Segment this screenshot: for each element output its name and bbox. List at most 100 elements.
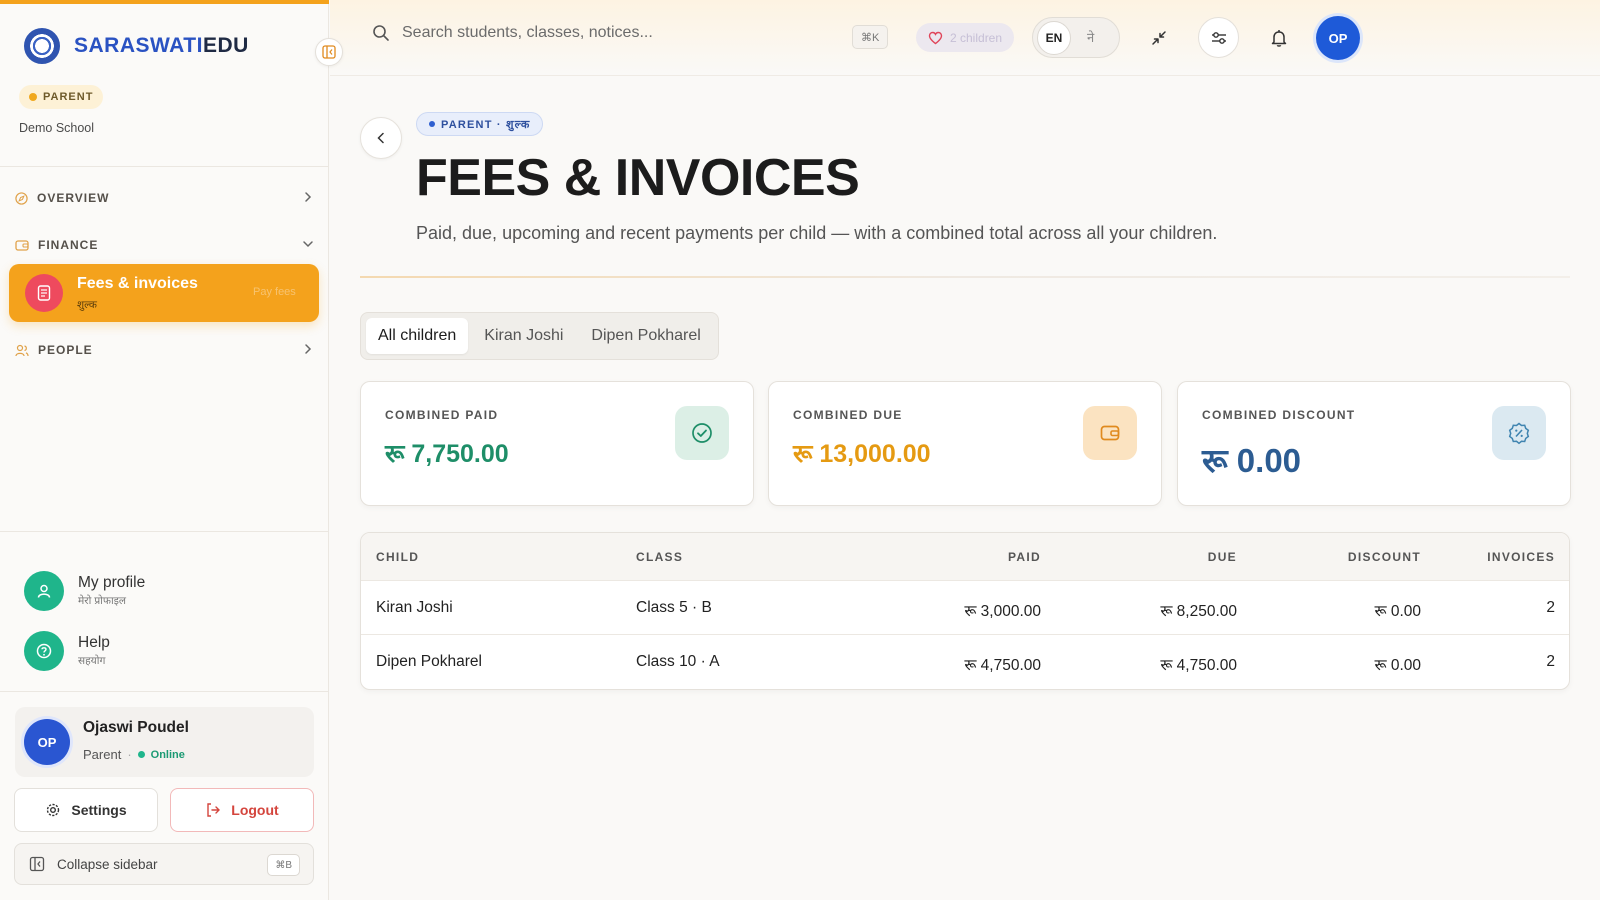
sidebar-toggle-button[interactable]: [315, 38, 343, 66]
back-button[interactable]: [360, 117, 402, 159]
cell-discount: रू 0.00: [1374, 657, 1421, 674]
tab-all-children[interactable]: All children: [366, 318, 469, 354]
sidebar-item-label: Fees & invoices: [77, 275, 198, 292]
brand-name-primary: SARASWATI: [74, 34, 203, 57]
search-icon: [373, 25, 389, 41]
nav-section-finance[interactable]: FINANCE: [15, 233, 315, 257]
brand[interactable]: SARASWATIEDU: [24, 28, 249, 64]
receipt-icon: [25, 274, 63, 312]
online-status: Online: [150, 748, 185, 761]
card-label: COMBINED PAID: [385, 408, 499, 422]
search-input[interactable]: [402, 24, 832, 42]
discount-badge-icon: [1492, 406, 1546, 460]
combined-discount-card: COMBINED DISCOUNT रू 0.00: [1177, 381, 1571, 506]
cell-due: रू 8,250.00: [1160, 603, 1237, 620]
gear-icon: [47, 803, 60, 817]
breadcrumb-label: PARENT · शुल्क: [441, 118, 531, 131]
cell-child: Dipen Pokharel: [376, 653, 482, 670]
card-value: रू 0.00: [1202, 442, 1302, 479]
children-pill[interactable]: 2 children: [916, 23, 1015, 52]
role-label: PARENT: [43, 91, 94, 103]
heart-icon: [928, 31, 943, 44]
column-header-child: CHILD: [376, 550, 420, 564]
table-header: CHILD CLASS PAID DUE DISCOUNT INVOICES: [361, 533, 1569, 581]
cell-discount: रू 0.00: [1374, 603, 1421, 620]
sidebar: SARASWATIEDU PARENT Demo School OVERVIEW…: [0, 0, 329, 900]
minimize-button[interactable]: [1138, 17, 1179, 58]
user-role-line: Parent · Online: [83, 747, 185, 762]
profile-avatar-button[interactable]: OP: [1316, 16, 1360, 60]
sidebar-accent-bar: [0, 0, 329, 4]
chevron-right-icon: [305, 192, 312, 202]
cell-invoices: 2: [1546, 599, 1555, 616]
sidebar-item-sublabel: मेरो प्रोफाइल: [78, 595, 126, 607]
sidebar-collapse-icon: [322, 45, 336, 59]
role-dot: [29, 93, 37, 101]
tab-dipen-pokharel[interactable]: Dipen Pokharel: [579, 318, 712, 354]
online-dot: [137, 751, 145, 758]
user-card[interactable]: OP Ojaswi Poudel Parent · Online: [15, 707, 314, 777]
sidebar-item-sublabel: शुल्क: [77, 299, 97, 311]
notifications-button[interactable]: [1258, 17, 1299, 58]
check-circle-icon: [675, 406, 729, 460]
card-label: COMBINED DISCOUNT: [1202, 408, 1356, 422]
divider: [0, 691, 329, 692]
filters-button[interactable]: [1198, 17, 1239, 58]
search-shortcut: ⌘K: [852, 25, 889, 49]
wallet-icon: [1083, 406, 1137, 460]
language-toggle[interactable]: EN ने: [1032, 17, 1120, 58]
nav-section-overview[interactable]: OVERVIEW: [15, 186, 315, 210]
cell-paid: रू 4,750.00: [964, 657, 1041, 674]
nav-section-people[interactable]: PEOPLE: [15, 338, 315, 362]
chevron-left-icon: [377, 132, 384, 144]
logout-label: Logout: [231, 802, 279, 818]
help-icon: [24, 631, 64, 671]
user-role: Parent: [83, 747, 122, 762]
card-value: रू 13,000.00: [793, 440, 931, 468]
brand-name-secondary: EDU: [202, 34, 249, 57]
bell-icon: [1271, 29, 1286, 47]
tab-kiran-joshi[interactable]: Kiran Joshi: [472, 318, 575, 354]
sidebar-item-label: Help: [78, 634, 110, 651]
breadcrumb-dot: [429, 121, 435, 127]
table-row[interactable]: Kiran Joshi Class 5 · B रू 3,000.00 रू 8…: [361, 581, 1569, 635]
cell-due: रू 4,750.00: [1160, 657, 1237, 674]
compass-icon: [15, 191, 28, 205]
search-bar[interactable]: [372, 24, 832, 42]
lang-en-option[interactable]: EN: [1037, 21, 1071, 55]
sidebar-item-fees-invoices[interactable]: Fees & invoices शुल्क Pay fees: [9, 264, 319, 322]
sidebar-collapse-icon: [29, 856, 45, 872]
child-tabs: All children Kiran Joshi Dipen Pokharel: [360, 312, 719, 360]
sidebar-item-my-profile[interactable]: My profile मेरो प्रोफाइल: [24, 571, 145, 611]
column-header-discount: DISCOUNT: [1347, 550, 1421, 564]
school-logo: [24, 28, 60, 64]
minimize-icon: [1151, 30, 1166, 45]
logout-button[interactable]: Logout: [170, 788, 314, 832]
card-value: रू 7,750.00: [385, 440, 509, 468]
card-label: COMBINED DUE: [793, 408, 903, 422]
column-header-paid: PAID: [1008, 550, 1041, 564]
nav-section-label: OVERVIEW: [37, 191, 110, 205]
page-subtitle: Paid, due, upcoming and recent payments …: [416, 223, 1218, 243]
school-name: Demo School: [19, 121, 95, 135]
settings-button[interactable]: Settings: [14, 788, 158, 832]
column-header-due: DUE: [1207, 550, 1237, 564]
sidebar-item-hint: Pay fees: [253, 286, 296, 298]
fees-table: CHILD CLASS PAID DUE DISCOUNT INVOICES K…: [360, 532, 1570, 690]
user-name: Ojaswi Poudel: [83, 719, 189, 736]
collapse-sidebar-button[interactable]: Collapse sidebar ⌘B: [14, 843, 314, 885]
avatar: OP: [24, 719, 70, 765]
nav-section-label: FINANCE: [38, 238, 99, 252]
cell-class: Class 10 · A: [636, 653, 720, 670]
children-count: 2 children: [950, 30, 1003, 45]
lang-ne-option[interactable]: ने: [1087, 28, 1094, 46]
table-row[interactable]: Dipen Pokharel Class 10 · A रू 4,750.00 …: [361, 635, 1569, 689]
divider: [0, 166, 329, 167]
column-header-class: CLASS: [636, 550, 684, 564]
user-icon: [24, 571, 64, 611]
chevron-down-icon: [303, 241, 313, 248]
cell-class: Class 5 · B: [636, 599, 712, 616]
sidebar-item-help[interactable]: Help सहयोग: [24, 631, 110, 671]
role-badge: PARENT: [19, 85, 104, 109]
cell-paid: रू 3,000.00: [964, 603, 1041, 620]
